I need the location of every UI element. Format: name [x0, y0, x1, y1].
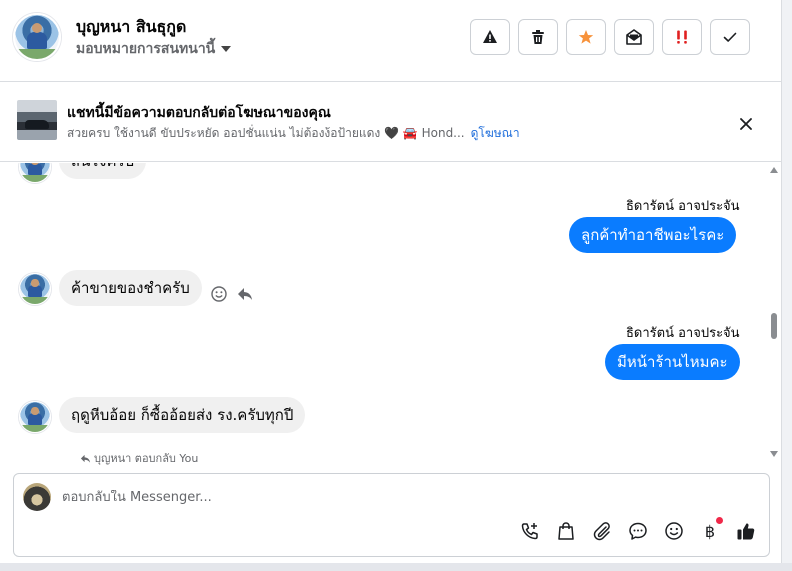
incoming-message[interactable]: ค้าขายของชำครับ: [59, 270, 202, 306]
scroll-down-arrow[interactable]: [770, 451, 778, 457]
emoji-icon: [665, 522, 683, 540]
chevron-down-icon: [221, 46, 232, 52]
ad-thumbnail[interactable]: [17, 100, 57, 140]
check-icon: [723, 32, 737, 42]
saved-replies-button[interactable]: [628, 521, 648, 541]
outgoing-message[interactable]: ลูกค้าทำอาชีพอะไรคะ: [569, 217, 737, 253]
reply-arrow-icon: [80, 454, 91, 463]
conversation-header: บุญหนา สินธุกูด มอบหมายการสนทนานี้: [0, 0, 782, 82]
paperclip-icon: [593, 522, 610, 541]
thumbs-up-icon: [737, 523, 755, 540]
mark-done-button[interactable]: [710, 19, 750, 55]
assign-label: มอบหมายการสนทนานี้: [76, 41, 216, 57]
payment-button[interactable]: ฿: [700, 517, 723, 541]
attach-button[interactable]: [592, 521, 612, 541]
bottom-edge: [0, 563, 792, 571]
page-avatar: [23, 483, 51, 511]
call-add-button[interactable]: [520, 521, 540, 541]
mark-spam-button[interactable]: [470, 19, 510, 55]
reply-composer: ฿: [13, 473, 770, 557]
contact-avatar-small: [19, 163, 51, 183]
star-button[interactable]: [566, 19, 606, 55]
assign-conversation-dropdown[interactable]: มอบหมายการสนทนานี้: [76, 38, 232, 60]
call-add-icon: [521, 523, 538, 540]
reply-indicator: บุญหนา ตอบกลับ You: [80, 449, 198, 467]
outgoing-message[interactable]: มีหน้าร้านไหมคะ: [605, 344, 740, 380]
header-actions: [470, 19, 750, 55]
shop-button[interactable]: [556, 521, 576, 541]
contact-avatar[interactable]: [13, 13, 61, 61]
view-ad-link[interactable]: ดูโฆษณา: [471, 126, 520, 140]
emoji-button[interactable]: [664, 521, 684, 541]
window-edge: [782, 0, 792, 571]
warning-icon: [483, 30, 497, 43]
saved-reply-icon: [629, 522, 647, 540]
reply-input[interactable]: [62, 490, 662, 505]
star-icon: [578, 30, 594, 44]
contact-name[interactable]: บุญหนา สินธุกูด: [76, 15, 186, 40]
notification-dot: [716, 517, 723, 524]
priority-icon: [677, 30, 687, 44]
like-button[interactable]: [736, 521, 756, 541]
composer-toolbar: ฿: [520, 517, 756, 541]
contact-avatar-small: [19, 273, 51, 305]
mark-unread-button[interactable]: [614, 19, 654, 55]
sender-name: ธิดารัตน์ อาจประจัน: [626, 326, 740, 341]
close-icon[interactable]: [736, 114, 756, 134]
scrollbar-thumb[interactable]: [771, 313, 777, 339]
priority-button[interactable]: [662, 19, 702, 55]
shopping-bag-icon: [558, 522, 574, 540]
ad-reply-banner: แชทนี้มีข้อความตอบกลับต่อโฆษณาของคุณ สวย…: [0, 82, 782, 162]
baht-icon: ฿: [704, 521, 716, 541]
react-emoji-icon[interactable]: [210, 285, 228, 303]
sender-name: ธิดารัตน์ อาจประจัน: [626, 199, 740, 214]
thread-scrollbar[interactable]: [768, 163, 780, 463]
message-thread[interactable]: สนใจครับ ธิดารัตน์ อาจประจัน ลูกค้าทำอาช…: [0, 163, 766, 467]
mail-open-icon: [626, 29, 642, 45]
ad-description: สวยครบ ใช้งานดี ขับประหยัด ออปชั่นแน่น ไ…: [67, 126, 465, 140]
messenger-conversation-panel: บุญหนา สินธุกูด มอบหมายการสนทนานี้ แชทนี…: [0, 0, 782, 571]
contact-avatar-small: [19, 401, 51, 433]
reply-icon[interactable]: [236, 285, 254, 303]
ad-banner-title: แชทนี้มีข้อความตอบกลับต่อโฆษณาของคุณ: [67, 105, 331, 121]
scroll-up-arrow[interactable]: [770, 167, 778, 173]
ad-banner-subtitle: สวยครบ ใช้งานดี ขับประหยัด ออปชั่นแน่น ไ…: [67, 124, 520, 143]
trash-icon: [532, 30, 544, 44]
incoming-message[interactable]: สนใจครับ: [59, 163, 147, 179]
reply-note-text: บุญหนา ตอบกลับ You: [94, 452, 199, 465]
incoming-message[interactable]: ฤดูหีบอ้อย ก็ซื้ออ้อยส่ง รง.ครับทุกปี: [59, 397, 306, 433]
message-actions: [210, 285, 254, 303]
delete-button[interactable]: [518, 19, 558, 55]
